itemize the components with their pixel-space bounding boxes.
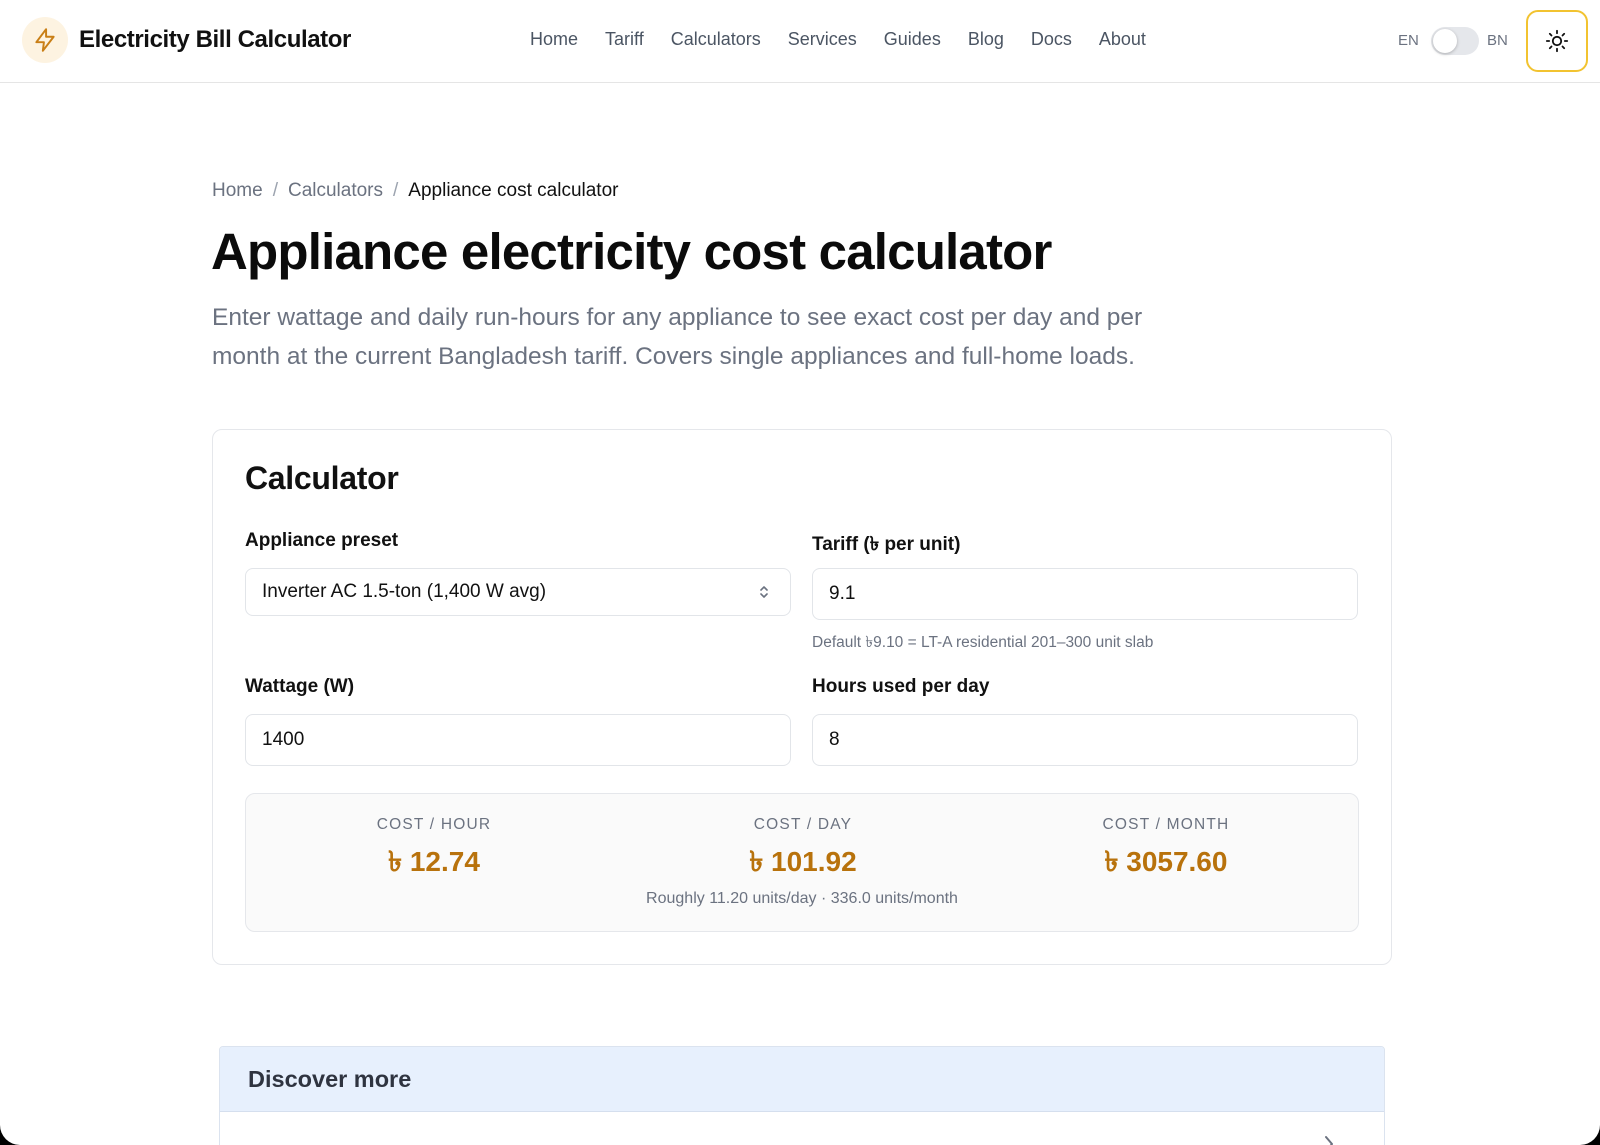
breadcrumb-calculators[interactable]: Calculators (288, 180, 383, 201)
preset-label: Appliance preset (245, 530, 399, 551)
lang-bn-label: BN (1487, 32, 1508, 49)
cost-hour-value: ৳ 12.74 (388, 846, 480, 877)
site-header: Electricity Bill Calculator Home Tariff … (0, 0, 1600, 83)
language-toggle[interactable] (1431, 27, 1479, 55)
hours-value: 8 (829, 729, 840, 750)
page-title: Appliance electricity cost calculator (211, 223, 1052, 280)
tariff-hint: Default ৳9.10 = LT-A residential 201–300… (812, 634, 1154, 651)
nav-tariff[interactable]: Tariff (605, 29, 644, 50)
nav-guides[interactable]: Guides (884, 29, 941, 50)
breadcrumb-separator: / (393, 180, 399, 201)
cost-hour-label: COST / HOUR (376, 816, 492, 833)
cost-per-day: COST / DAY ৳ 101.92 (653, 816, 953, 887)
units-summary: Roughly 11.20 units/day · 336.0 units/mo… (646, 890, 958, 907)
cost-per-month: COST / MONTH ৳ 3057.60 (1016, 816, 1316, 887)
preset-value: Inverter AC 1.5-ton (1,400 W avg) (262, 581, 547, 602)
nav-about[interactable]: About (1099, 29, 1146, 50)
breadcrumb-separator: / (272, 180, 278, 201)
appliance-preset-select[interactable]: Inverter AC 1.5-ton (1,400 W avg) (245, 568, 791, 616)
results-panel: COST / HOUR ৳ 12.74 COST / DAY ৳ 101.92 … (245, 793, 1359, 932)
nav-services[interactable]: Services (788, 29, 857, 50)
nav-calculators[interactable]: Calculators (671, 29, 761, 50)
cost-month-label: COST / MONTH (1102, 816, 1230, 833)
breadcrumb-home[interactable]: Home (212, 180, 263, 201)
theme-toggle-button[interactable] (1526, 10, 1588, 72)
toggle-knob (1433, 29, 1457, 53)
tariff-input[interactable]: 9.1 (812, 568, 1358, 620)
discover-more-panel: Discover more (219, 1046, 1385, 1145)
breadcrumb: Home / Calculators / Appliance cost calculat… (212, 180, 618, 202)
calculator-title: Calculator (245, 460, 399, 496)
sun-icon (1545, 29, 1569, 53)
lightning-bolt-icon[interactable] (22, 17, 68, 63)
discover-header: Discover more (220, 1047, 1384, 1112)
cost-day-value: ৳ 101.92 (749, 846, 857, 877)
page-intro: Enter wattage and daily run-hours for an… (212, 304, 1143, 370)
brand-name[interactable]: Electricity Bill Calculator (79, 26, 351, 54)
cost-per-hour: COST / HOUR ৳ 12.74 (284, 816, 584, 887)
chevron-right-icon[interactable] (1322, 1133, 1336, 1145)
main-nav: Home Tariff Calculators Services Guides … (530, 29, 1173, 50)
wattage-input[interactable]: 1400 (245, 714, 791, 766)
select-chevron-icon (760, 586, 768, 598)
nav-docs[interactable]: Docs (1031, 29, 1072, 50)
lang-en-label: EN (1398, 32, 1419, 49)
wattage-label: Wattage (W) (245, 676, 355, 697)
page: Electricity Bill Calculator Home Tariff … (0, 0, 1600, 1145)
wattage-value: 1400 (262, 729, 305, 750)
breadcrumb-current: Appliance cost calculator (408, 180, 619, 201)
nav-home[interactable]: Home (530, 29, 578, 50)
cost-day-label: COST / DAY (753, 816, 853, 833)
hours-input[interactable]: 8 (812, 714, 1358, 766)
cost-month-value: ৳ 3057.60 (1104, 846, 1228, 877)
nav-blog[interactable]: Blog (968, 29, 1004, 50)
calculator-card: Calculator Appliance preset Inverter AC … (212, 429, 1392, 965)
discover-title: Discover more (248, 1065, 412, 1092)
tariff-label: Tariff (৳ per unit) (812, 534, 961, 555)
hours-label: Hours used per day (812, 676, 990, 697)
tariff-value: 9.1 (829, 583, 856, 604)
